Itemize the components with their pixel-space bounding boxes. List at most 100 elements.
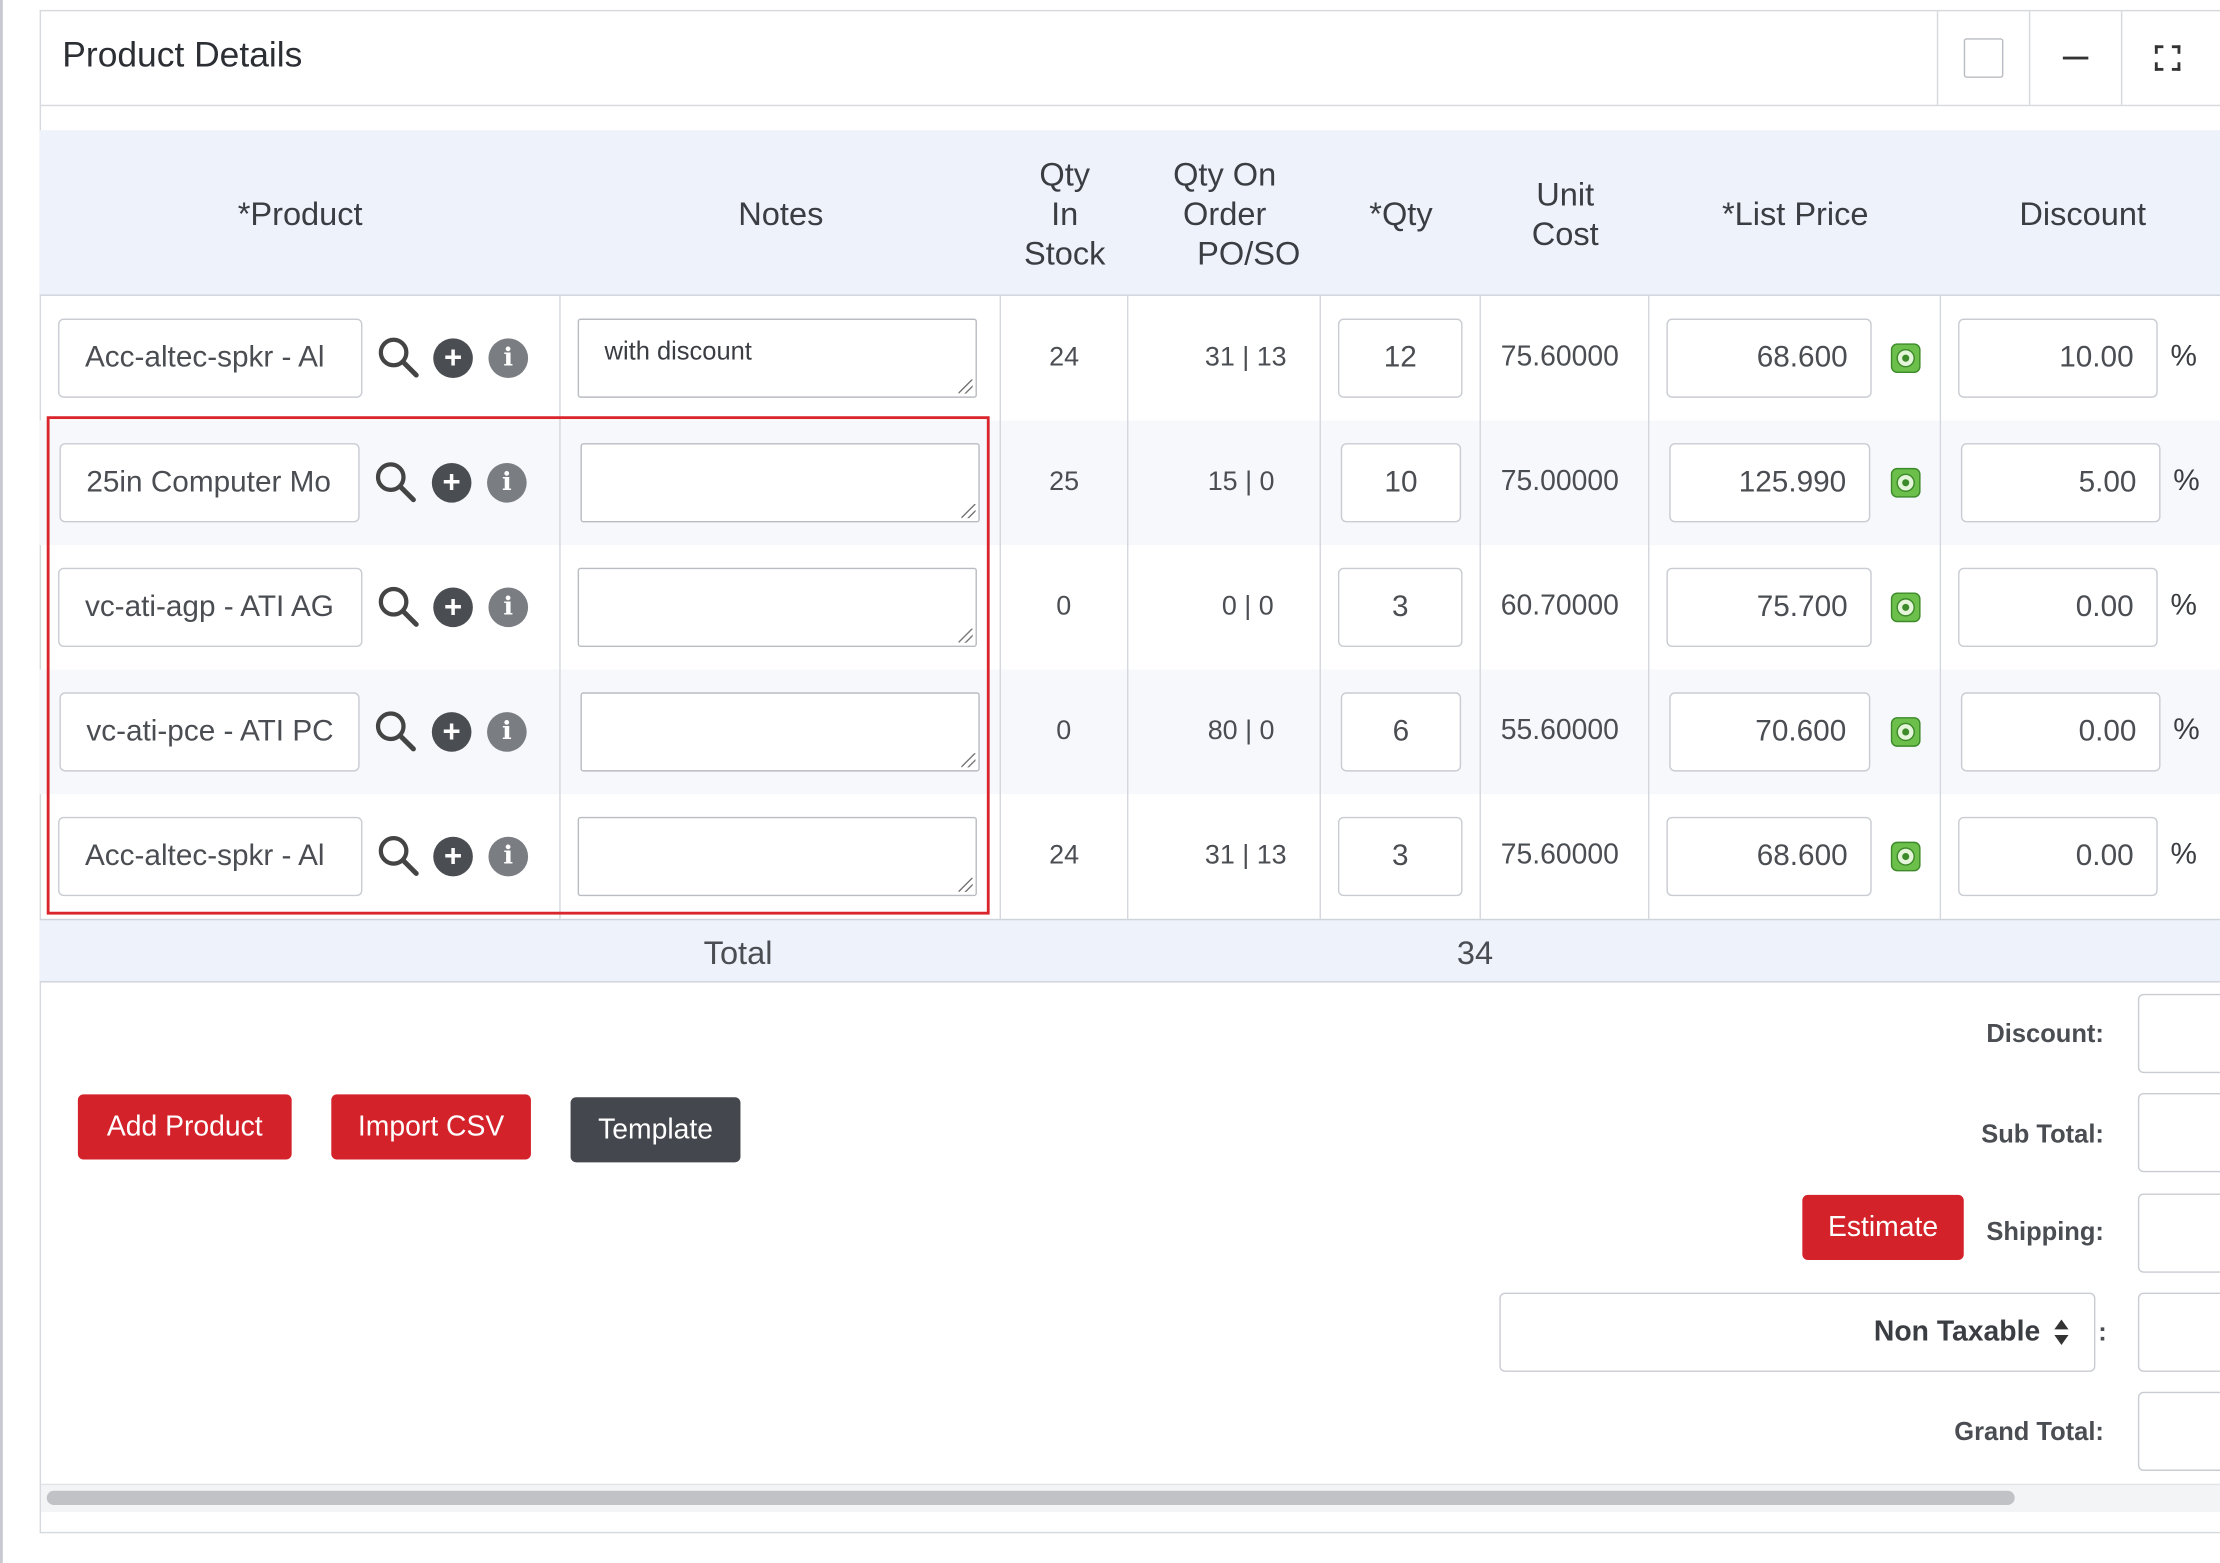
qty-in-stock-value: 24 [1049,840,1080,871]
notes-textarea[interactable] [580,443,980,523]
grand-total-input[interactable] [2137,1391,2220,1471]
add-icon[interactable]: + [431,712,472,752]
resize-grip-icon[interactable] [958,628,973,643]
product-input[interactable]: vc-ati-agp - ATI AG [58,567,363,648]
fullscreen-button[interactable] [2120,11,2213,105]
resize-grip-icon[interactable] [961,504,976,519]
header-product: *Product [237,194,363,232]
table-footer: Total 34 [39,918,2220,983]
percent-sign: % [2173,713,2200,747]
header-discount: Discount [2019,194,2147,232]
qty-in-stock-value: 25 [1049,467,1080,497]
price-book-icon[interactable] [1890,343,1921,374]
discount-input[interactable]: 0.00 [1958,567,2158,648]
qty-on-order-value: 31 | 13 [1204,840,1287,871]
discount-input[interactable]: 0.00 [1960,692,2161,772]
discount-input[interactable]: 10.00 [1958,318,2158,398]
app-window: Product Details *Product Notes Qty In Stoc… [0,0,2220,1563]
import-csv-button[interactable]: Import CSV [331,1094,531,1160]
add-icon[interactable]: + [433,338,473,379]
list-price-input[interactable]: 125.990 [1669,443,1871,523]
select-checkbox[interactable] [1936,11,2029,105]
add-product-button[interactable]: Add Product [77,1094,292,1160]
list-price-input[interactable]: 75.700 [1666,567,1872,648]
info-icon[interactable]: i [487,462,527,503]
add-icon[interactable]: + [433,836,473,877]
tax-colon: : [2098,1318,2107,1347]
qty-input[interactable]: 3 [1337,816,1463,897]
unit-cost-value: 75.60000 [1500,839,1619,871]
tax-input[interactable] [2137,1292,2220,1372]
notes-textarea[interactable] [577,567,977,648]
product-input[interactable]: Acc-altec-spkr - Al [58,318,363,398]
resize-grip-icon[interactable] [961,753,976,768]
unit-cost-value: 60.70000 [1500,590,1619,622]
header-qty-in-stock: Qty In Stock [1023,155,1106,272]
header-qty: *Qty [1369,194,1433,232]
notes-text: with discount [604,336,752,366]
minimize-button[interactable] [2028,11,2121,105]
qty-input[interactable]: 10 [1340,443,1462,523]
qty-input[interactable]: 3 [1337,567,1463,648]
scrollbar-thumb[interactable] [46,1490,2015,1505]
resize-grip-icon[interactable] [958,379,973,394]
search-icon[interactable] [374,709,416,752]
percent-sign: % [2170,838,2197,871]
tax-select-value: Non Taxable [1873,1315,2041,1348]
unit-cost-value: 75.60000 [1500,341,1619,373]
info-icon[interactable]: i [488,587,529,628]
price-book-icon[interactable] [1890,467,1921,498]
search-icon[interactable] [374,460,416,503]
total-label: Total [703,934,773,972]
qty-input[interactable]: 12 [1337,318,1463,398]
qty-in-stock-value: 0 [1056,591,1072,622]
header-qty-on-order: Qty On Order PO/SO [1173,155,1301,272]
search-icon[interactable] [377,336,419,378]
header-notes: Notes [738,194,824,232]
add-icon[interactable]: + [431,462,472,503]
table-header: *Product Notes Qty In Stock Qty On Order PO/… [39,130,2220,296]
product-input[interactable]: Acc-altec-spkr - Al [58,816,363,897]
template-button[interactable]: Template [570,1097,741,1163]
estimate-button[interactable]: Estimate [1802,1194,1964,1261]
panel-header: Product Details [41,11,2220,107]
list-price-input[interactable]: 68.600 [1666,318,1872,398]
add-icon[interactable]: + [433,587,473,628]
discount-input[interactable]: 5.00 [1960,443,2161,523]
notes-textarea[interactable]: with discount [577,318,977,398]
info-icon[interactable]: i [488,338,529,379]
qty-on-order-value: 31 | 13 [1204,342,1287,373]
subtotal-input[interactable] [2137,1092,2220,1173]
notes-textarea[interactable] [580,692,980,772]
product-input[interactable]: 25in Computer Mo [59,443,360,523]
price-book-icon[interactable] [1890,841,1921,872]
checkbox-icon [1963,38,2004,78]
notes-textarea[interactable] [577,816,977,897]
list-price-input[interactable]: 68.600 [1666,816,1872,897]
percent-sign: % [2173,464,2200,497]
shipping-input[interactable] [2137,1193,2220,1273]
page-edge [0,0,3,1563]
price-book-icon[interactable] [1890,716,1921,747]
qty-input[interactable]: 6 [1340,692,1462,772]
product-input[interactable]: vc-ati-pce - ATI PC [59,692,360,772]
subtotal-label: Sub Total: [1981,1119,2104,1149]
resize-grip-icon[interactable] [958,877,973,892]
search-icon[interactable] [377,585,419,627]
grand-total-label: Grand Total: [1954,1417,2104,1446]
list-price-input[interactable]: 70.600 [1669,692,1871,772]
search-icon[interactable] [377,834,419,877]
percent-sign: % [2170,588,2197,622]
panel-title: Product Details [62,35,303,76]
total-qty: 34 [1456,934,1494,972]
discount-input[interactable]: 0.00 [1958,816,2158,897]
qty-on-order-value: 0 | 0 [1221,591,1274,622]
tax-select[interactable]: Non Taxable [1499,1292,2096,1372]
unit-cost-value: 75.00000 [1500,465,1619,497]
shipping-label: Shipping: [1986,1217,2104,1246]
percent-sign: % [2170,339,2197,373]
info-icon[interactable]: i [488,836,529,877]
discount-total-input[interactable] [2137,993,2220,1074]
price-book-icon[interactable] [1890,592,1921,623]
info-icon[interactable]: i [487,712,527,752]
